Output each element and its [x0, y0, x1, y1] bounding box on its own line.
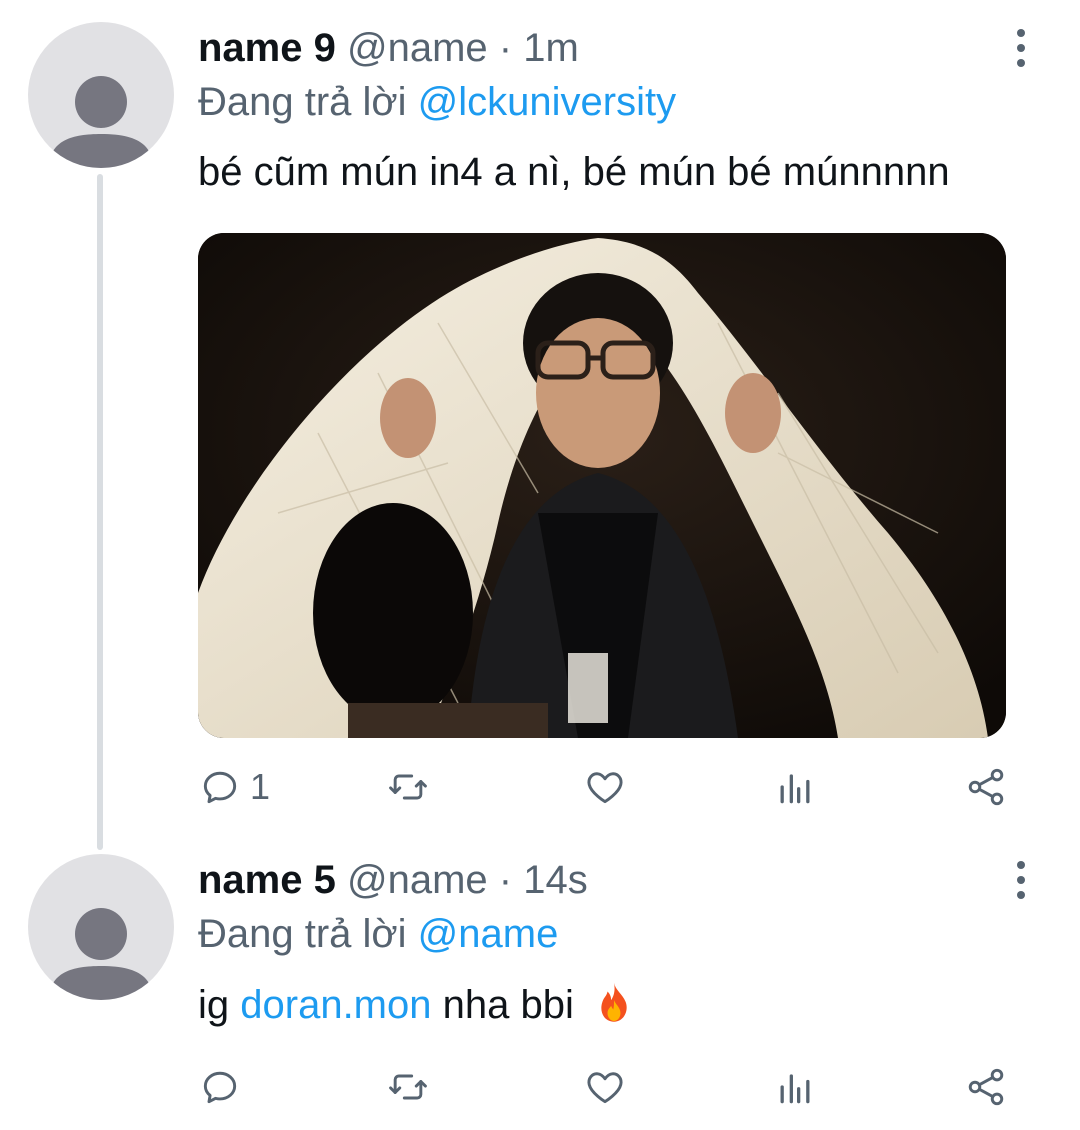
heart-icon [587, 1072, 623, 1104]
replying-to-label: Đang trả lời [198, 80, 407, 124]
views-button[interactable] [773, 762, 817, 812]
tweet-header: name 9 @name · 1m [198, 24, 579, 72]
share-icon [968, 1068, 1004, 1106]
tweet-text: ig doran.mon nha bbi [198, 980, 637, 1029]
tweet-text-prefix: ig [198, 983, 230, 1027]
retweet-button[interactable] [386, 1062, 430, 1112]
user-handle[interactable]: @name [347, 26, 488, 70]
default-avatar-icon [49, 908, 153, 1000]
replying-to: Đang trả lời @lckuniversity [198, 78, 676, 126]
retweet-icon [389, 1074, 427, 1100]
mention-link[interactable]: @lckuniversity [418, 80, 676, 124]
fire-emoji [601, 982, 627, 1022]
separator-dot: · [498, 26, 513, 70]
replying-to-label: Đang trả lời [198, 912, 407, 956]
retweet-icon [389, 774, 427, 800]
tweet-text-suffix: nha bbi [442, 983, 574, 1027]
share-button[interactable] [964, 762, 1008, 812]
more-vertical-icon [1017, 861, 1025, 869]
tweet-text: bé cũm mún in4 a nì, bé mún bé múnnnnn [198, 150, 950, 194]
like-button[interactable] [583, 1062, 627, 1112]
display-name[interactable]: name 9 [198, 26, 336, 70]
reply-icon [203, 1071, 237, 1104]
avatar[interactable] [28, 854, 174, 1000]
separator-dot: · [498, 858, 513, 902]
more-options-button[interactable] [1006, 24, 1036, 72]
avatar[interactable] [28, 22, 174, 168]
timestamp[interactable]: 14s [523, 858, 588, 902]
photo-person-under-blanket [198, 233, 1006, 738]
reply-icon [203, 771, 237, 804]
tweet-photo[interactable] [198, 233, 1006, 738]
tweet-actions: 1 [198, 762, 1018, 812]
thread-line [97, 174, 103, 850]
replying-to: Đang trả lời @name [198, 910, 558, 958]
display-name[interactable]: name 5 [198, 858, 336, 902]
like-button[interactable] [583, 762, 627, 812]
more-options-button[interactable] [1006, 856, 1036, 904]
tweet-2[interactable]: name 5 @name · 14s Đang trả lời @name ig… [0, 850, 1080, 1130]
timestamp[interactable]: 1m [523, 26, 579, 70]
tweet-actions [198, 1062, 1018, 1112]
reply-button[interactable]: 1 [198, 762, 270, 812]
more-vertical-icon [1017, 29, 1025, 37]
views-button[interactable] [773, 1062, 817, 1112]
retweet-button[interactable] [386, 762, 430, 812]
analytics-icon [780, 1074, 810, 1104]
reply-button[interactable] [198, 1062, 242, 1112]
tweet-1[interactable]: name 9 @name · 1m Đang trả lời @lckunive… [0, 0, 1080, 850]
mention-link[interactable]: @name [418, 912, 559, 956]
default-avatar-icon [49, 76, 153, 168]
heart-icon [587, 772, 623, 804]
instagram-handle-link[interactable]: doran.mon [240, 983, 431, 1027]
reply-count: 1 [250, 766, 271, 807]
share-icon [968, 768, 1004, 806]
user-handle[interactable]: @name [347, 858, 488, 902]
tweet-header: name 5 @name · 14s [198, 856, 588, 904]
share-button[interactable] [964, 1062, 1008, 1112]
analytics-icon [780, 774, 810, 804]
